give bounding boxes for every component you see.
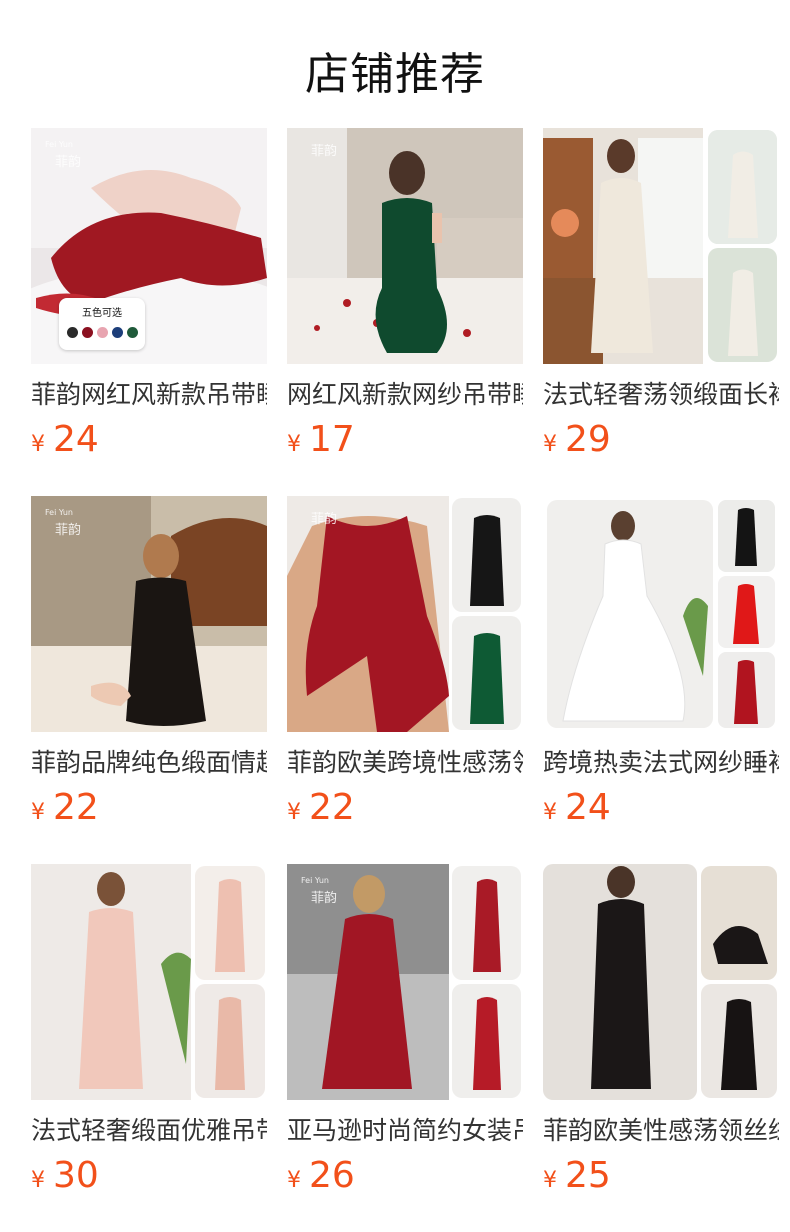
product-name[interactable]: 亚马逊时尚简约女装吊带裙 <box>287 1114 523 1148</box>
product-card[interactable]: 菲韵 菲韵欧美跨境性感荡领睡裙 ¥22 <box>287 496 523 830</box>
product-name[interactable]: 菲韵欧美跨境性感荡领睡裙 <box>287 746 523 780</box>
product-name[interactable]: 网红风新款网纱吊带睡裙 <box>287 378 523 412</box>
product-card[interactable]: 菲韵 网红风新款网纱吊带睡裙 ¥17 <box>287 128 523 462</box>
product-image[interactable]: Fei Yun 菲韵 五色可选 <box>31 128 267 364</box>
color-swatch <box>111 327 123 338</box>
product-price: ¥29 <box>543 419 611 460</box>
product-image[interactable] <box>543 496 779 732</box>
product-price: ¥22 <box>31 787 99 828</box>
product-card[interactable]: Fei Yun菲韵 亚马逊时尚简约女装吊带裙 ¥26 <box>287 864 523 1198</box>
product-card[interactable]: 跨境热卖法式网纱睡裙 ¥24 <box>543 496 779 830</box>
product-image[interactable]: Fei Yun 菲韵 <box>31 496 267 732</box>
product-card[interactable]: 法式轻奢荡领缎面长裙 ¥29 <box>543 128 779 462</box>
product-name[interactable]: 法式轻奢荡领缎面长裙 <box>543 378 779 412</box>
product-card[interactable]: Fei Yun菲韵 菲韵品牌纯色缎面情趣睡裙 ¥22 <box>31 496 267 830</box>
product-name[interactable]: 跨境热卖法式网纱睡裙 <box>543 746 779 780</box>
product-price: ¥17 <box>287 419 355 460</box>
product-image[interactable]: 菲韵 <box>287 128 523 364</box>
product-thumbnail <box>708 130 777 244</box>
product-thumbnail <box>708 248 777 362</box>
color-swatch <box>81 327 93 338</box>
product-photo <box>543 864 779 1100</box>
product-card[interactable]: Fei Yun菲韵 五色可选 菲韵网红风新款吊带睡裙 ¥24 <box>31 128 267 462</box>
brand-watermark: Fei Yun 菲韵 <box>301 876 338 906</box>
product-photo <box>31 864 267 1100</box>
product-image[interactable] <box>31 864 267 1100</box>
product-name[interactable]: 菲韵欧美性感荡领丝绒长裙 <box>543 1114 779 1148</box>
product-price: ¥25 <box>543 1155 611 1196</box>
product-photo <box>543 496 779 732</box>
product-card[interactable]: 法式轻奢缎面优雅吊带裙 ¥30 <box>31 864 267 1198</box>
color-options-badge: 五色可选 <box>59 298 145 350</box>
product-image[interactable] <box>543 864 779 1100</box>
color-swatch <box>66 327 78 338</box>
product-price: ¥22 <box>287 787 355 828</box>
page-title: 店铺推荐 <box>305 49 485 100</box>
product-image[interactable]: 菲韵 <box>287 496 523 732</box>
product-photo <box>287 128 523 364</box>
product-price: ¥24 <box>543 787 611 828</box>
brand-watermark: Fei Yun 菲韵 <box>45 140 82 170</box>
brand-watermark: 菲韵 <box>311 512 338 527</box>
product-name[interactable]: 菲韵品牌纯色缎面情趣睡裙 <box>31 746 267 780</box>
color-swatch <box>126 327 138 338</box>
brand-watermark: Fei Yun 菲韵 <box>45 508 82 538</box>
product-thumbnail <box>452 616 521 730</box>
color-swatch <box>96 327 108 338</box>
brand-watermark: 菲韵 <box>311 144 338 159</box>
product-image[interactable]: Fei Yun 菲韵 <box>287 864 523 1100</box>
product-price: ¥30 <box>31 1155 99 1196</box>
product-price: ¥24 <box>31 419 99 460</box>
product-name[interactable]: 法式轻奢缎面优雅吊带裙 <box>31 1114 267 1148</box>
product-card[interactable]: 菲韵欧美性感荡领丝绒长裙 ¥25 <box>543 864 779 1198</box>
product-price: ¥26 <box>287 1155 355 1196</box>
product-image[interactable] <box>543 128 779 364</box>
product-name[interactable]: 菲韵网红风新款吊带睡裙 <box>31 378 267 412</box>
product-thumbnail <box>452 498 521 612</box>
